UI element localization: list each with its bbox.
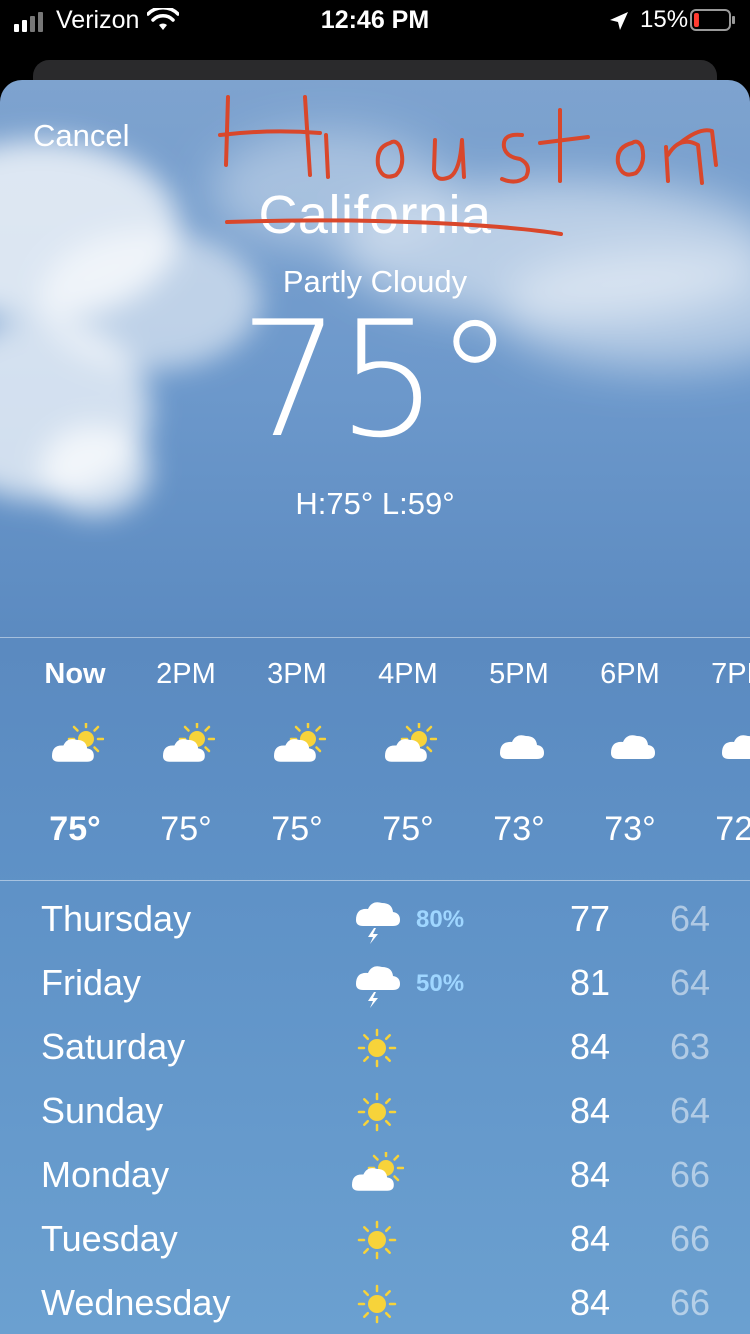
partly-cloudy-icon <box>50 720 105 769</box>
thunderstorm-icon <box>350 960 404 1008</box>
hourly-item: 2PM 75° <box>151 638 262 878</box>
hourly-time-label: 6PM <box>600 658 660 690</box>
daily-day-name: Sunday <box>41 1090 164 1131</box>
daily-day-name: Wednesday <box>41 1282 231 1323</box>
daily-row: Saturday 84 63 <box>0 1016 750 1080</box>
daily-day-name: Tuesday <box>41 1218 178 1259</box>
status-bar: Verizon 12:46 PM 15% <box>0 0 750 44</box>
hourly-forecast[interactable]: Now75°2PM75°3PM75°4PM75°5PM73°6PM73°7PM7… <box>0 638 750 878</box>
hourly-temperature: 75° <box>271 810 323 848</box>
daily-high: 84 <box>569 1282 610 1323</box>
location-arrow-icon <box>610 12 628 30</box>
cloud-icon <box>605 723 659 769</box>
hourly-bottom-divider <box>0 880 750 881</box>
daily-day-name: Monday <box>41 1154 170 1195</box>
daily-precip-chance: 50% <box>416 970 465 997</box>
hourly-time-label: 2PM <box>156 658 216 690</box>
hourly-item: 4PM 75° <box>373 638 484 878</box>
strikethrough-mark <box>225 218 563 236</box>
daily-low: 64 <box>669 962 710 1003</box>
daily-low: 66 <box>669 1282 710 1323</box>
daily-row: Monday 84 66 <box>0 1144 750 1208</box>
sun-icon <box>350 1024 404 1072</box>
current-temperature: 75° <box>239 286 515 473</box>
sun-icon <box>350 1280 404 1328</box>
hourly-time-label: Now <box>44 658 106 690</box>
daily-low: 66 <box>669 1218 710 1259</box>
daily-row: Tuesday 84 66 <box>0 1208 750 1272</box>
hourly-temperature: 73° <box>493 810 545 848</box>
cloud-icon <box>716 723 750 769</box>
daily-high: 84 <box>569 1154 610 1195</box>
daily-high: 84 <box>569 1026 610 1067</box>
sun-icon <box>350 1216 404 1264</box>
hourly-item: 5PM 73° <box>484 638 595 878</box>
daily-high: 77 <box>569 898 610 939</box>
hourly-item: 6PM 73° <box>595 638 706 878</box>
daily-high: 81 <box>569 962 610 1003</box>
hourly-temperature: 75° <box>160 810 212 848</box>
daily-day-name: Saturday <box>41 1026 186 1067</box>
hourly-time-label: 4PM <box>378 658 438 690</box>
hourly-temperature: 75° <box>382 810 434 848</box>
daily-high: 84 <box>569 1090 610 1131</box>
daily-row: Wednesday 84 66 <box>0 1272 750 1334</box>
handwritten-annotation <box>218 95 718 185</box>
daily-high: 84 <box>569 1218 610 1259</box>
daily-row: Sunday 84 64 <box>0 1080 750 1144</box>
battery-icon <box>690 9 735 31</box>
sun-icon <box>350 1088 404 1136</box>
hourly-temperature: 75° <box>49 810 101 848</box>
daily-precip-chance: 80% <box>416 906 465 933</box>
daily-day-name: Friday <box>41 962 142 1003</box>
hourly-time-label: 3PM <box>267 658 327 690</box>
cancel-button[interactable]: Cancel <box>33 118 130 154</box>
hourly-temperature: 72° <box>715 810 750 848</box>
daily-row: Friday 50% 81 64 <box>0 952 750 1016</box>
weather-preview-card: Cancel California Partly Cloudy 75° H:75… <box>0 80 750 1334</box>
hourly-time-label: 5PM <box>489 658 549 690</box>
hourly-item: Now 75° <box>40 638 151 878</box>
partly-cloudy-icon <box>350 1149 405 1200</box>
battery-percent: 15% <box>640 6 689 33</box>
daily-day-name: Thursday <box>41 898 192 939</box>
thunderstorm-icon <box>350 896 404 944</box>
partly-cloudy-icon <box>272 720 327 769</box>
daily-low: 63 <box>669 1026 710 1067</box>
hourly-time-label: 7PM <box>711 658 750 690</box>
status-time: 12:46 PM <box>320 6 430 34</box>
high-low-temperature: H:75° L:59° <box>295 486 455 521</box>
partly-cloudy-icon <box>161 720 216 769</box>
daily-low: 64 <box>669 1090 710 1131</box>
partly-cloudy-icon <box>383 720 438 769</box>
daily-low: 66 <box>669 1154 710 1195</box>
daily-low: 64 <box>669 898 710 939</box>
cloud-icon <box>494 723 548 769</box>
hourly-item: 3PM 75° <box>262 638 373 878</box>
hourly-temperature: 73° <box>604 810 656 848</box>
daily-row: Thursday 80% 77 64 <box>0 888 750 952</box>
hourly-item: 7PM 72° <box>706 638 750 878</box>
